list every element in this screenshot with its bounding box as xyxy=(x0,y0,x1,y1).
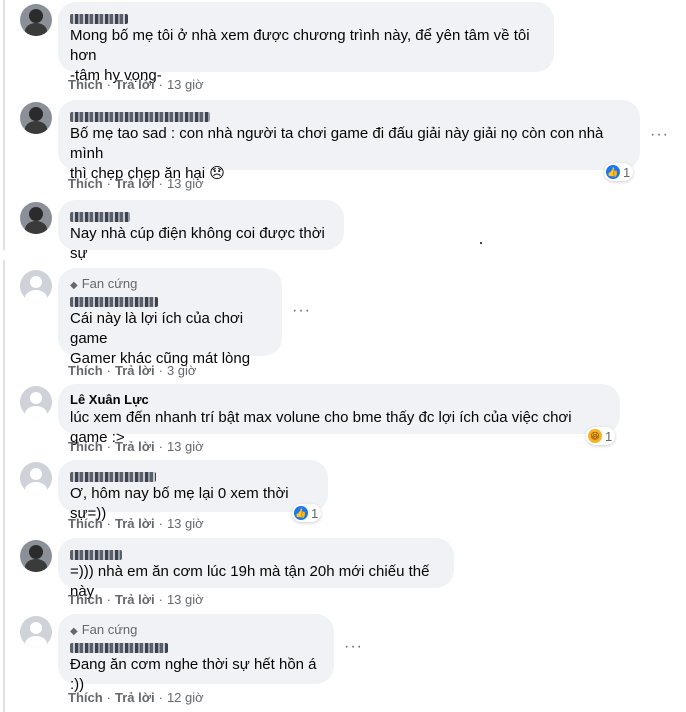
like-icon: 👍 xyxy=(294,506,308,520)
fan-badge: ◆ Fan cứng xyxy=(70,276,138,291)
avatar[interactable] xyxy=(20,202,52,234)
more-options-icon[interactable]: ··· xyxy=(344,638,363,656)
comment-text: Nay nhà cúp điện không coi được thời sự xyxy=(70,225,325,262)
like-button[interactable]: Thích xyxy=(68,77,103,92)
reaction-count[interactable]: 👍 1 xyxy=(604,163,634,181)
reply-button[interactable]: Trả lời xyxy=(115,363,155,378)
diamond-icon: ◆ xyxy=(70,626,78,637)
comment-time[interactable]: 13 giờ xyxy=(167,516,204,531)
comment-actions: Thích · Trả lời · 12 giờ xyxy=(68,690,204,705)
haha-icon: 😆 xyxy=(588,429,602,443)
commenter-name[interactable] xyxy=(70,10,542,26)
comment-bubble: Lê Xuân Lực lúc xem đến nhanh trí bật ma… xyxy=(58,384,620,446)
commenter-name[interactable] xyxy=(70,293,270,309)
comment-bubble: Bố mẹ tao sad : con nhà người ta chơi ga… xyxy=(58,100,640,182)
commenter-name[interactable] xyxy=(70,546,442,562)
comment-time[interactable]: 12 giờ xyxy=(167,690,204,705)
like-button[interactable]: Thích xyxy=(68,592,103,607)
comment-time[interactable]: 13 giờ xyxy=(167,439,204,454)
comment-actions: Thích · Trả lời · 3 giờ xyxy=(68,363,197,378)
avatar[interactable] xyxy=(20,386,52,418)
more-options-icon[interactable]: ··· xyxy=(650,126,669,144)
avatar[interactable] xyxy=(20,270,52,302)
reply-button[interactable]: Trả lời xyxy=(115,439,155,454)
comment-time[interactable]: 13 giờ xyxy=(167,77,204,92)
comment-time[interactable]: 13 giờ xyxy=(167,176,204,191)
reply-button[interactable]: Trả lời xyxy=(115,592,155,607)
reaction-count[interactable]: 😆 1 xyxy=(586,427,616,445)
commenter-name[interactable]: Lê Xuân Lực xyxy=(70,392,608,408)
comment-bubble: =))) nhà em ăn cơm lúc 19h mà tận 20h mớ… xyxy=(58,538,454,600)
comment-actions: Thích · Trả lời · 13 giờ xyxy=(68,516,204,531)
thread-line xyxy=(3,0,5,250)
comment-text: Bố mẹ tao sad : con nhà người ta chơi ga… xyxy=(70,125,604,182)
commenter-name[interactable] xyxy=(70,108,628,124)
comment-bubble: Nay nhà cúp điện không coi được thời sự xyxy=(58,200,344,262)
comment-time[interactable]: 13 giờ xyxy=(167,592,204,607)
thread-line xyxy=(3,260,5,712)
comment-actions: Thích · Trả lời · 13 giờ xyxy=(68,176,204,191)
comment-actions: Thích · Trả lời · 13 giờ xyxy=(68,439,204,454)
stray-dot xyxy=(480,242,482,244)
like-button[interactable]: Thích xyxy=(68,690,103,705)
comment-bubble: Ơ, hôm nay bố mẹ lại 0 xem thời sự=)) xyxy=(58,460,328,522)
reply-button[interactable]: Trả lời xyxy=(115,77,155,92)
more-options-icon[interactable]: ··· xyxy=(292,302,311,320)
comment-actions: Thích · Trả lời · 13 giờ xyxy=(68,592,204,607)
reply-button[interactable]: Trả lời xyxy=(115,516,155,531)
avatar[interactable] xyxy=(20,4,52,36)
reaction-count[interactable]: 👍 1 xyxy=(292,504,322,522)
reply-button[interactable]: Trả lời xyxy=(115,690,155,705)
comment-time[interactable]: 3 giờ xyxy=(167,363,197,378)
fan-badge: ◆ Fan cứng xyxy=(70,622,138,637)
avatar[interactable] xyxy=(20,540,52,572)
comment-bubble: ◆ Fan cứng Đang ăn cơm nghe thời sự hết h… xyxy=(58,614,334,693)
like-icon: 👍 xyxy=(606,165,620,179)
commenter-name[interactable] xyxy=(70,468,316,484)
comment-bubble: Mong bố mẹ tôi ở nhà xem được chương trì… xyxy=(58,2,554,84)
diamond-icon: ◆ xyxy=(70,280,78,291)
like-button[interactable]: Thích xyxy=(68,363,103,378)
like-button[interactable]: Thích xyxy=(68,176,103,191)
commenter-name[interactable] xyxy=(70,639,322,655)
comment-text: Cái này là lợi ích của chơi game Gamer k… xyxy=(70,310,251,367)
avatar[interactable] xyxy=(20,462,52,494)
comment-text: Đang ăn cơm nghe thời sự hết hồn á :)) xyxy=(70,656,317,693)
comment-actions: Thích · Trả lời · 13 giờ xyxy=(68,77,204,92)
like-button[interactable]: Thích xyxy=(68,439,103,454)
avatar[interactable] xyxy=(20,102,52,134)
avatar[interactable] xyxy=(20,616,52,648)
reply-button[interactable]: Trả lời xyxy=(115,176,155,191)
like-button[interactable]: Thích xyxy=(68,516,103,531)
comment-bubble: ◆ Fan cứng Cái này là lợi ích của chơi ga… xyxy=(58,268,282,367)
commenter-name[interactable] xyxy=(70,208,332,224)
